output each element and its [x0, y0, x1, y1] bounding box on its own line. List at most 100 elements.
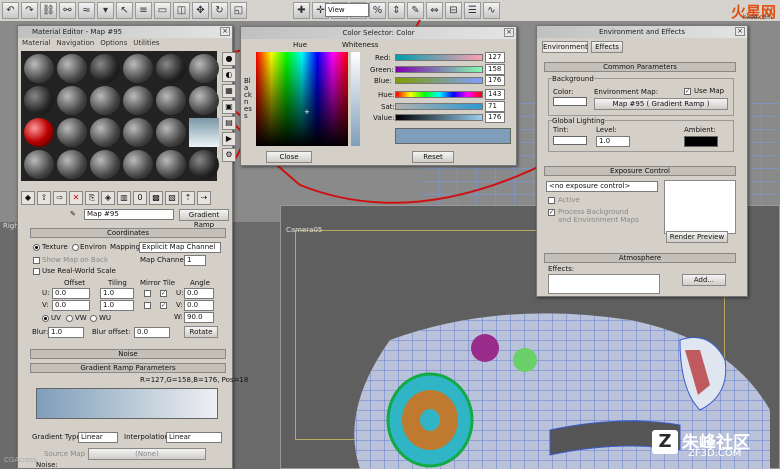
exposure-control-rollout[interactable]: Exposure Control [544, 166, 736, 176]
video-check-icon[interactable]: ▤ [222, 116, 236, 130]
sample-slot[interactable] [123, 86, 153, 115]
u-tile-checkbox[interactable]: ✓ [160, 290, 167, 297]
sample-slot[interactable] [57, 86, 87, 115]
close-icon[interactable]: × [735, 27, 745, 36]
active-checkbox[interactable] [548, 197, 555, 204]
gradient-ramp-bar[interactable] [36, 388, 218, 419]
process-background-checkbox[interactable]: ✓ [548, 209, 555, 216]
v-tile-checkbox[interactable]: ✓ [160, 302, 167, 309]
uv-tiling-icon[interactable]: ▣ [222, 100, 236, 114]
sample-slot[interactable] [189, 54, 219, 83]
show-map-icon[interactable]: ▩ [149, 191, 163, 205]
close-button[interactable]: Close [266, 151, 312, 163]
sample-slot[interactable] [90, 150, 120, 179]
sample-slot[interactable] [189, 86, 219, 115]
tab-effects[interactable]: Effects [591, 41, 623, 53]
v-tiling-field[interactable]: 1.0 [100, 300, 134, 311]
level-field[interactable]: 1.0 [596, 136, 630, 147]
uv-radio[interactable] [42, 315, 49, 322]
blue-field[interactable]: 176 [485, 75, 505, 86]
hue-slider[interactable] [395, 91, 483, 98]
sample-slot[interactable] [123, 150, 153, 179]
sample-slot[interactable] [57, 118, 87, 147]
atmosphere-rollout[interactable]: Atmosphere [544, 253, 736, 263]
sample-slot[interactable] [156, 118, 186, 147]
u-mirror-checkbox[interactable] [144, 290, 151, 297]
sample-slot[interactable] [156, 54, 186, 83]
ambient-color-swatch[interactable] [684, 136, 718, 147]
sample-slot[interactable] [57, 150, 87, 179]
sample-slot[interactable] [90, 86, 120, 115]
put-to-scene-icon[interactable]: ⇧ [37, 191, 51, 205]
u-angle-field[interactable]: 0.0 [184, 288, 214, 299]
interpolation-select[interactable]: Linear [166, 432, 222, 443]
go-forward-icon[interactable]: ⇢ [197, 191, 211, 205]
effects-list[interactable] [548, 274, 660, 294]
background-icon[interactable]: ▦ [222, 84, 236, 98]
sample-slot[interactable] [24, 86, 54, 115]
wu-radio[interactable] [90, 315, 97, 322]
go-to-parent-icon[interactable]: ⇡ [181, 191, 195, 205]
show-end-result-icon[interactable]: ▧ [165, 191, 179, 205]
u-offset-field[interactable]: 0.0 [52, 288, 90, 299]
sample-slot[interactable] [123, 54, 153, 83]
options-icon[interactable]: ⚙ [222, 148, 236, 162]
noise-rollout[interactable]: Noise [30, 349, 226, 359]
close-icon[interactable]: × [504, 28, 514, 37]
environment-title[interactable]: Environment and Effects × [537, 26, 747, 38]
sample-slot[interactable] [90, 118, 120, 147]
sat-field[interactable]: 71 [485, 101, 505, 112]
sample-slot[interactable] [156, 150, 186, 179]
map-channel-field[interactable]: 1 [184, 255, 206, 266]
source-map-button[interactable]: (None) [88, 448, 206, 460]
v-offset-field[interactable]: 0.0 [52, 300, 90, 311]
sample-slot[interactable] [24, 118, 54, 147]
value-field[interactable]: 176 [485, 112, 505, 123]
v-angle-field[interactable]: 0.0 [184, 300, 214, 311]
rotate-button[interactable]: Rotate [184, 326, 218, 338]
real-world-scale-checkbox[interactable] [33, 268, 40, 275]
close-icon[interactable]: × [220, 27, 230, 36]
sample-slot[interactable] [24, 150, 54, 179]
blue-slider[interactable] [395, 77, 483, 84]
pick-icon[interactable]: ✎ [70, 210, 76, 218]
effect-channel-icon[interactable]: 0 [133, 191, 147, 205]
menu-options[interactable]: Options [100, 39, 127, 47]
sat-slider[interactable] [395, 103, 483, 110]
tab-environment[interactable]: Environment [542, 41, 588, 53]
hue-field[interactable]: 143 [485, 89, 505, 100]
coordinates-rollout[interactable]: Coordinates [30, 228, 226, 238]
sample-slot[interactable] [90, 54, 120, 83]
sample-slot[interactable] [57, 54, 87, 83]
render-preview-button[interactable]: Render Preview [666, 231, 728, 243]
get-material-icon[interactable]: ◆ [21, 191, 35, 205]
material-editor-title[interactable]: Material Editor - Map #95 × [18, 26, 232, 38]
reset-button[interactable]: Reset [412, 151, 454, 163]
background-color-swatch[interactable] [553, 97, 587, 106]
menu-utilities[interactable]: Utilities [133, 39, 159, 47]
picker-crosshair-icon[interactable]: + [304, 108, 310, 116]
v-mirror-checkbox[interactable] [144, 302, 151, 309]
make-unique-icon[interactable]: ◈ [101, 191, 115, 205]
reset-map-icon[interactable]: ✕ [69, 191, 83, 205]
u-tiling-field[interactable]: 1.0 [100, 288, 134, 299]
tint-color-swatch[interactable] [553, 136, 587, 145]
environment-map-button[interactable]: Map #95 ( Gradient Ramp ) [594, 98, 728, 110]
w-angle-field[interactable]: 90.0 [184, 312, 214, 323]
mapping-select[interactable]: Explicit Map Channel [139, 242, 221, 253]
show-map-on-back-checkbox[interactable] [33, 257, 40, 264]
blur-field[interactable]: 1.0 [48, 327, 84, 338]
sample-type-icon[interactable]: ● [222, 52, 236, 66]
value-slider[interactable] [395, 114, 483, 121]
exposure-select[interactable]: <no exposure control> [546, 181, 658, 192]
green-field[interactable]: 158 [485, 64, 505, 75]
put-to-library-icon[interactable]: ▥ [117, 191, 131, 205]
add-effect-button[interactable]: Add... [682, 274, 726, 286]
sample-slot[interactable] [189, 150, 219, 179]
texture-radio[interactable] [33, 244, 40, 251]
backlight-icon[interactable]: ◐ [222, 68, 236, 82]
red-slider[interactable] [395, 54, 483, 61]
sample-slot[interactable] [123, 118, 153, 147]
assign-material-icon[interactable]: ⇨ [53, 191, 67, 205]
green-slider[interactable] [395, 66, 483, 73]
